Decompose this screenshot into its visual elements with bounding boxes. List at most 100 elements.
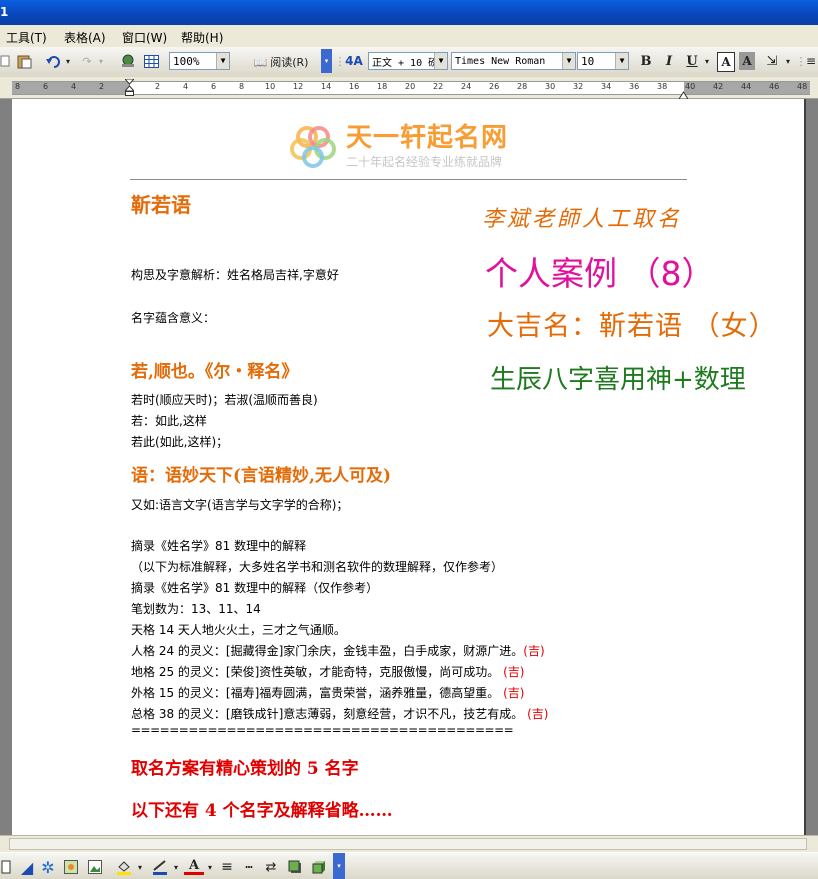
ge-line: 人格 24 的灵义：[掘藏得金]家门余庆，金钱丰盈，白手成家，财源广进。(吉) <box>131 642 545 659</box>
case-label: 个人案例 （8） <box>485 254 715 293</box>
ruler-tick: 48 <box>797 82 808 91</box>
ruler-tick: 10 <box>265 82 276 91</box>
ruler-tick: 24 <box>461 82 472 91</box>
ge-line: 地格 25 的灵义：[荣俊]资性英敏，才能奇特，克服傲慢，尚可成功。 (吉) <box>131 663 524 680</box>
ruler-tick: 42 <box>713 82 724 91</box>
char-border-button[interactable]: A <box>717 52 735 72</box>
ruler-tick: 38 <box>657 82 668 91</box>
shadow-icon[interactable] <box>286 858 304 876</box>
paste-icon[interactable] <box>14 52 34 70</box>
separator-line: ======================================== <box>131 723 514 737</box>
toolbar-options-icon[interactable]: ▾ <box>321 49 332 73</box>
name-title: 靳若语 <box>131 193 191 217</box>
ruler-tick: 26 <box>489 82 500 91</box>
read-mode-button[interactable]: 📖 阅读(R) <box>238 52 324 72</box>
ruler-tick: 28 <box>517 82 528 91</box>
ruo-line: 若：如此,这样 <box>131 414 207 428</box>
undo-icon[interactable] <box>44 52 62 70</box>
method-label: 生辰八字喜用神+数理 <box>490 365 746 395</box>
undo-dropdown-icon[interactable]: ▾ <box>64 52 72 70</box>
zoom-value: 100% <box>173 54 200 68</box>
indent-marker-icon[interactable] <box>123 78 136 96</box>
window-title-bar: 1 <box>0 0 818 25</box>
chevron-down-icon: ▼ <box>216 53 229 69</box>
ruler-tick: 8 <box>239 82 245 91</box>
horizontal-ruler[interactable]: 8 6 4 2 2 4 6 8 10 12 14 16 18 20 22 24 … <box>0 77 818 100</box>
menu-window[interactable]: 窗口(W) <box>122 29 167 46</box>
font-size-select[interactable]: 10 ▼ <box>577 52 629 70</box>
toolbar-options-icon[interactable]: ▾ <box>333 853 345 879</box>
horizontal-scrollbar[interactable] <box>0 835 818 853</box>
menu-help[interactable]: 帮助(H) <box>181 29 223 46</box>
yu-line: 又如:语言文字(语言学与文字学的合称)； <box>131 498 349 512</box>
ge-text: 总格 38 的灵义：[磨铁成针]意志薄弱，刻意经营，才识不凡，技艺有成。 <box>131 707 524 721</box>
shuli-line: （以下为标准解释，大多姓名学书和测名软件的数理解释，仅作参考） <box>131 560 504 574</box>
font-color-dropdown-icon[interactable]: ▾ <box>206 858 214 876</box>
ruler-tick: 16 <box>349 82 360 91</box>
ruler-tick: 4 <box>71 82 77 91</box>
menu-tools[interactable]: 工具(T) <box>6 29 47 46</box>
underline-button[interactable]: U <box>683 52 701 70</box>
yu-heading: 语：语妙天下(言语精妙,无人可及) <box>131 466 392 486</box>
arrow-style-icon[interactable]: ⇄ <box>262 858 280 876</box>
right-indent-marker-icon[interactable] <box>678 85 689 100</box>
effects-dropdown-icon[interactable]: ▾ <box>784 52 792 70</box>
ge-line: 总格 38 的灵义：[磨铁成针]意志薄弱，刻意经营，才识不凡，技艺有成。 (吉) <box>131 705 548 722</box>
dash-style-icon[interactable]: ┅ <box>240 858 258 876</box>
italic-button[interactable]: I <box>660 52 678 70</box>
font-color-icon[interactable]: A <box>184 858 204 875</box>
chevron-down-icon: ▼ <box>615 53 628 69</box>
ruler-tick: 46 <box>769 82 780 91</box>
char-shading-button[interactable]: A <box>739 52 755 70</box>
book-icon: 📖 <box>253 55 268 69</box>
redo-dropdown-icon[interactable]: ▾ <box>97 52 105 70</box>
scrollbar-thumb[interactable] <box>9 838 807 850</box>
line-dropdown-icon[interactable]: ▾ <box>172 858 180 876</box>
ruler-tick: 6 <box>211 82 217 91</box>
header-divider <box>130 179 687 180</box>
ge-text: 外格 15 的灵义：[福寿]福寿圆满，富贵荣誉，涵养雅量，德高望重。 <box>131 686 500 700</box>
more-heading: 以下还有 4 个名字及解释省略…… <box>131 801 393 821</box>
fill-color-icon[interactable] <box>114 858 134 876</box>
hyperlink-icon[interactable] <box>118 52 138 70</box>
redo-icon[interactable]: ↷ <box>78 52 96 70</box>
line-style-icon[interactable]: ≡ <box>218 858 236 876</box>
ruler-tick: 18 <box>377 82 388 91</box>
bold-button[interactable]: B <box>637 52 655 70</box>
text-effects-icon[interactable]: ⇲ <box>761 52 783 70</box>
intro-line: 名字蕴含意义： <box>131 311 216 325</box>
menu-table[interactable]: 表格(A) <box>64 29 106 46</box>
line-color-icon[interactable] <box>150 858 170 876</box>
font-select[interactable]: Times New Roman ▼ <box>451 52 576 70</box>
fill-dropdown-icon[interactable]: ▾ <box>136 858 144 876</box>
table-icon[interactable] <box>142 52 160 70</box>
3d-icon[interactable] <box>310 858 328 876</box>
document-page[interactable]: 天一轩起名网 二十年起名经验专业练就品牌 靳若语 李斌老師人工取名 个人案例 （… <box>12 99 806 835</box>
teacher-label: 李斌老師人工取名 <box>482 207 683 232</box>
font-value: Times New Roman <box>455 55 546 67</box>
copy-icon[interactable] <box>0 52 10 70</box>
toolbar-grip-icon: ⋮ <box>334 54 346 68</box>
intro-line: 构思及字意解析：姓名格局吉祥,字意好 <box>131 268 339 282</box>
textbox-icon[interactable] <box>0 858 12 876</box>
ge-line: 外格 15 的灵义：[福寿]福寿圆满，富贵荣誉，涵养雅量，德高望重。 (吉) <box>131 684 524 701</box>
logo-tagline: 二十年起名经验专业练就品牌 <box>346 155 503 169</box>
chevron-down-icon: ▼ <box>562 53 575 69</box>
align-icon[interactable]: ≡ <box>804 52 818 70</box>
diagram-icon[interactable]: ✲ <box>38 858 58 877</box>
toolbar-grip-icon: ⋮ <box>795 54 807 68</box>
wordart-icon[interactable]: ◢ <box>18 858 36 877</box>
insert-picture-icon[interactable] <box>86 858 104 876</box>
style-select[interactable]: 正文 + 10 磅 ▼ <box>368 52 448 70</box>
styles-formatting-icon[interactable]: 4A <box>344 52 364 70</box>
formatting-toolbar: ▾ ↷ ▾ 100% ▼ 📖 阅读(R) ▾ ⋮ 4A 正文 + 10 磅 ▼ Tim… <box>0 47 818 78</box>
ruler-tick: 8 <box>15 82 21 91</box>
shuli-line: 天格 14 天人地火火土，三才之气通顺。 <box>131 623 346 637</box>
underline-dropdown-icon[interactable]: ▾ <box>703 52 711 70</box>
ruler-tick: 34 <box>601 82 612 91</box>
ruler-tick: 30 <box>545 82 556 91</box>
ji-badge: (吉) <box>499 665 525 679</box>
ji-badge: (吉) <box>499 686 525 700</box>
zoom-select[interactable]: 100% ▼ <box>169 52 230 70</box>
clipart-icon[interactable] <box>62 858 80 876</box>
